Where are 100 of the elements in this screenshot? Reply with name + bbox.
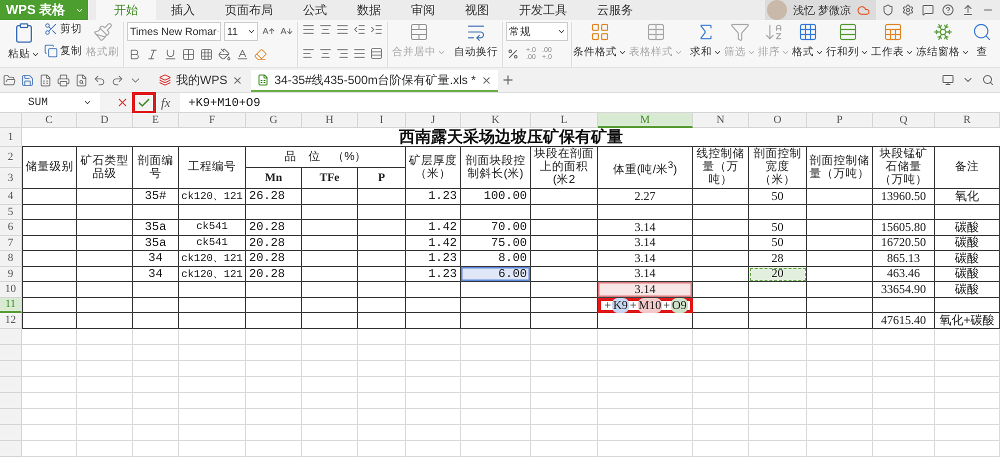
restore-icon[interactable] <box>962 4 974 16</box>
cut-button[interactable]: 剪切 <box>44 22 82 36</box>
document-tab[interactable]: 34-35#线435-500m台阶保有矿量.xls * <box>251 70 498 92</box>
font-color-icon[interactable] <box>236 48 249 61</box>
ribbon-tab[interactable]: 视图 <box>450 0 504 20</box>
ribbon-tool-button[interactable]: 格式 <box>791 22 825 67</box>
copy-button[interactable]: 复制 <box>44 44 82 58</box>
ribbon-tool-button[interactable]: 行和列 <box>825 22 870 67</box>
empty-cell <box>77 376 133 392</box>
ribbon-tool-button[interactable]: 条件格式 <box>572 22 628 67</box>
empty-cell <box>807 440 873 456</box>
empty-cell <box>935 408 1000 424</box>
row-header[interactable]: 12 <box>0 313 22 328</box>
indent-decrease-icon[interactable] <box>353 23 366 36</box>
percent-icon[interactable] <box>507 48 519 60</box>
align-left-icon[interactable] <box>302 47 315 60</box>
ribbon-tab[interactable]: 云服务 <box>582 0 648 20</box>
shield-icon[interactable] <box>882 4 894 16</box>
column-header[interactable]: N <box>693 113 749 128</box>
ribbon-tab[interactable]: 公式 <box>288 0 342 20</box>
search-icon[interactable] <box>982 74 994 86</box>
ribbon-tab[interactable]: 数据 <box>342 0 396 20</box>
column-header[interactable]: H <box>302 113 358 128</box>
save-icon[interactable] <box>21 74 34 86</box>
align-center-icon[interactable] <box>319 47 332 60</box>
row-header[interactable]: 6 <box>0 220 22 236</box>
close-icon[interactable] <box>480 74 492 86</box>
settings-icon[interactable] <box>902 4 914 16</box>
ribbon-tab[interactable]: 开始 <box>96 0 156 20</box>
row-header[interactable]: 1 <box>0 128 22 147</box>
distribute-icon[interactable] <box>370 47 383 60</box>
new-tab-icon[interactable] <box>500 73 515 87</box>
ribbon-tool-button[interactable]: 查 <box>971 22 993 67</box>
font-family-select[interactable]: Times New Romar <box>127 22 221 41</box>
undo-icon[interactable] <box>93 74 106 86</box>
indent-increase-icon[interactable] <box>370 23 383 36</box>
column-header[interactable]: P <box>807 113 873 128</box>
bold-icon[interactable] <box>128 48 141 61</box>
justify-icon[interactable] <box>353 47 366 60</box>
help-icon[interactable] <box>942 4 954 16</box>
function-label[interactable]: fx <box>157 94 180 110</box>
ribbon-tool-button[interactable]: 工作表 <box>870 22 915 67</box>
confirm-button[interactable] <box>135 94 153 110</box>
column-header[interactable]: C <box>22 113 77 128</box>
borders-icon[interactable] <box>182 48 195 61</box>
row-header[interactable]: 9 <box>0 266 22 282</box>
monitor-icon[interactable] <box>942 74 954 86</box>
align-right-icon[interactable] <box>336 47 349 60</box>
open-icon[interactable] <box>3 74 16 86</box>
row-header[interactable]: 4 <box>0 189 22 204</box>
formula-input-cell[interactable]: + K9 + M10 + O9 <box>598 298 693 313</box>
row-header[interactable]: 2 <box>0 147 22 168</box>
ribbon-tab[interactable]: 开发工具 <box>504 0 582 20</box>
row-header[interactable]: 3 <box>0 168 22 189</box>
export-icon[interactable] <box>39 74 52 86</box>
document-tab[interactable]: 我的WPS <box>153 70 250 92</box>
formula-field[interactable]: +K9+M10+O9 <box>180 93 1000 112</box>
column-header[interactable]: Q <box>873 113 935 128</box>
font-size-select[interactable]: 11 <box>224 22 258 41</box>
column-header[interactable]: J <box>406 113 461 128</box>
ribbon-tab[interactable]: 页面布局 <box>210 0 288 20</box>
ribbon-tool-button[interactable]: 冻结窗格 <box>915 22 971 67</box>
ribbon-tool-button[interactable]: 求和 <box>689 22 723 67</box>
column-header[interactable]: K <box>461 113 531 128</box>
column-header[interactable]: M <box>598 113 693 128</box>
column-header[interactable]: I <box>358 113 406 128</box>
merge-icon <box>409 22 429 42</box>
align-middle-icon[interactable] <box>319 23 332 36</box>
row-header[interactable]: 8 <box>0 251 22 266</box>
print-preview-icon[interactable] <box>75 74 88 86</box>
column-header[interactable]: E <box>133 113 179 128</box>
column-header[interactable]: F <box>179 113 246 128</box>
column-header[interactable]: G <box>246 113 302 128</box>
column-header[interactable]: O <box>749 113 807 128</box>
wrap-text-button[interactable]: 自动换行 <box>453 22 499 59</box>
ribbon-tab[interactable]: 插入 <box>156 0 210 20</box>
row-header[interactable]: 5 <box>0 204 22 220</box>
row-header[interactable]: 7 <box>0 236 22 251</box>
close-icon[interactable] <box>232 74 244 86</box>
column-header[interactable]: L <box>531 113 598 128</box>
number-format-select[interactable]: 常规 <box>506 22 568 41</box>
column-header[interactable]: R <box>935 113 1000 128</box>
empty-cell <box>77 440 133 456</box>
print-icon[interactable] <box>57 74 70 86</box>
row-header[interactable]: 11 <box>0 298 22 313</box>
underline-icon[interactable] <box>164 48 177 61</box>
grid-icon[interactable] <box>200 48 213 61</box>
header-cell: TFe <box>302 168 358 189</box>
ribbon-tab[interactable]: 审阅 <box>396 0 450 20</box>
name-box[interactable]: SUM <box>0 93 100 112</box>
fill-color-icon[interactable] <box>218 48 231 61</box>
column-header[interactable]: D <box>77 113 133 128</box>
empty-cell <box>302 236 358 251</box>
redo-icon[interactable] <box>111 74 124 86</box>
italic-icon[interactable] <box>146 48 159 61</box>
paste-button[interactable]: 粘贴 <box>7 22 41 61</box>
table-cell: 35# <box>133 189 179 204</box>
empty-cell <box>807 360 873 376</box>
row-header[interactable]: 10 <box>0 282 22 298</box>
cloud-icon[interactable] <box>857 4 870 16</box>
